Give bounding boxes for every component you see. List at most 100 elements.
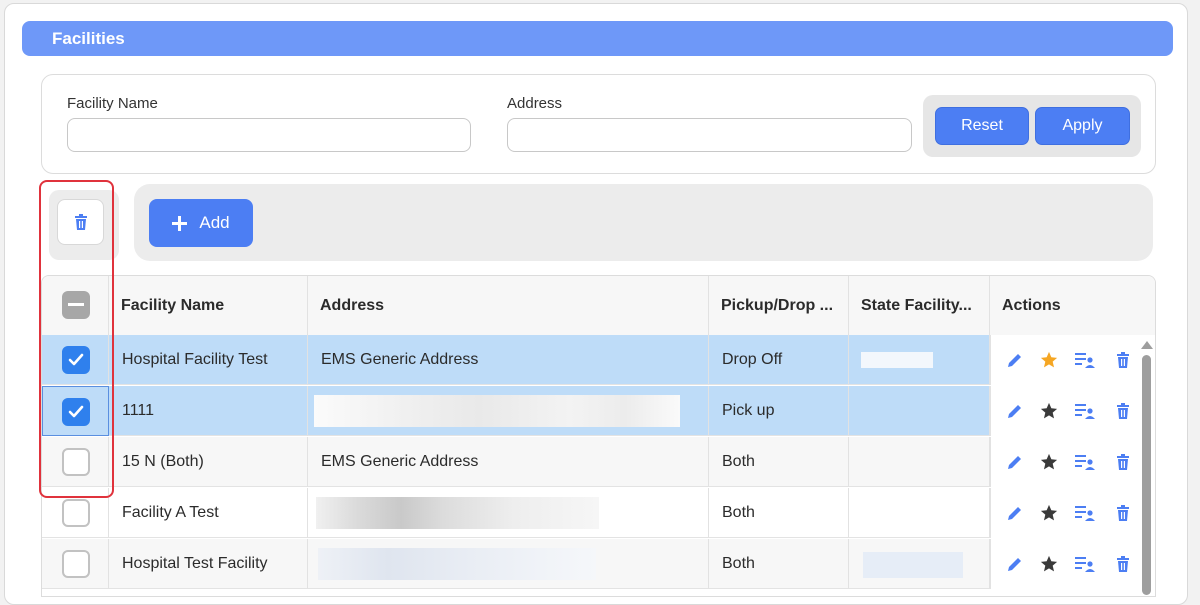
table-scrollbar[interactable]	[1138, 335, 1155, 596]
select-all-checkbox[interactable]	[62, 291, 90, 319]
pickup-cell: Both	[709, 488, 849, 538]
reset-button[interactable]: Reset	[935, 107, 1029, 145]
column-header-state-facility[interactable]: State Facility...	[849, 276, 990, 335]
row-actions	[990, 488, 1139, 538]
address-cell	[308, 386, 709, 436]
trash-icon	[1117, 454, 1129, 470]
user-list-icon	[1075, 455, 1095, 470]
delete-button[interactable]	[1113, 503, 1133, 523]
address-cell	[308, 488, 709, 538]
row-checkbox-cell	[42, 539, 109, 589]
favorite-button[interactable]	[1039, 350, 1059, 370]
row-actions	[990, 539, 1139, 589]
row-actions	[990, 386, 1139, 436]
favorite-button[interactable]	[1039, 554, 1059, 574]
row-checkbox[interactable]	[62, 448, 90, 476]
table-row[interactable]: Hospital Facility Test EMS Generic Addre…	[42, 335, 1139, 385]
edit-button[interactable]	[1005, 452, 1025, 472]
favorite-button[interactable]	[1039, 452, 1059, 472]
user-list-icon	[1075, 404, 1095, 419]
page-title: Facilities	[22, 21, 1173, 56]
trash-icon	[1117, 505, 1129, 521]
state-facility-cell	[849, 437, 990, 487]
user-list-icon	[1075, 557, 1095, 572]
row-checkbox-cell	[42, 386, 109, 436]
edit-button[interactable]	[1005, 350, 1025, 370]
redacted-value	[863, 552, 963, 578]
delete-button[interactable]	[1113, 350, 1133, 370]
table-row[interactable]: 1111 Pick up	[42, 386, 1139, 436]
address-cell: EMS Generic Address	[308, 437, 709, 487]
state-facility-cell	[849, 335, 990, 385]
table-toolbar: Add	[134, 184, 1153, 261]
facility-name-cell: 15 N (Both)	[109, 437, 308, 487]
favorite-button[interactable]	[1039, 401, 1059, 421]
redacted-address	[316, 497, 599, 529]
column-header-address[interactable]: Address	[308, 276, 709, 335]
row-checkbox-cell	[42, 437, 109, 487]
address-cell	[308, 539, 709, 589]
bulk-delete-area	[49, 190, 119, 260]
edit-button[interactable]	[1005, 503, 1025, 523]
trash-icon	[1117, 556, 1129, 572]
facilities-table: Facility Name Address Pickup/Drop ... St…	[41, 275, 1156, 597]
trash-icon	[1117, 403, 1129, 419]
column-header-actions: Actions	[1002, 297, 1061, 314]
state-facility-cell	[849, 539, 990, 589]
select-all-cell	[42, 276, 109, 335]
table-row[interactable]: Hospital Test Facility Both	[42, 539, 1139, 589]
row-checkbox-cell	[42, 335, 109, 385]
row-checkbox[interactable]	[62, 398, 90, 426]
trash-icon	[1117, 352, 1129, 368]
pickup-cell: Pick up	[709, 386, 849, 436]
column-header-pickup-drop[interactable]: Pickup/Drop ...	[709, 276, 849, 335]
assign-button[interactable]	[1075, 401, 1095, 421]
edit-button[interactable]	[1005, 401, 1025, 421]
address-label: Address	[507, 95, 563, 112]
facility-name-cell: Hospital Test Facility	[109, 539, 308, 589]
redacted-value	[861, 352, 933, 368]
column-header-facility-name[interactable]: Facility Name	[109, 276, 308, 335]
apply-button[interactable]: Apply	[1035, 107, 1130, 145]
assign-button[interactable]	[1075, 452, 1095, 472]
favorite-button[interactable]	[1039, 503, 1059, 523]
add-button-label: Add	[199, 213, 230, 232]
row-checkbox[interactable]	[62, 550, 90, 578]
scroll-up-arrow-icon	[1141, 341, 1153, 349]
table-row[interactable]: Facility A Test Both	[42, 488, 1139, 538]
filter-buttons: Reset Apply	[923, 95, 1141, 157]
star-icon	[1040, 453, 1058, 470]
facility-name-cell: Hospital Facility Test	[109, 335, 308, 385]
row-actions	[990, 437, 1139, 487]
delete-button[interactable]	[1113, 554, 1133, 574]
star-icon	[1040, 504, 1058, 521]
pencil-icon	[1008, 456, 1021, 469]
delete-button[interactable]	[1113, 401, 1133, 421]
assign-button[interactable]	[1075, 503, 1095, 523]
edit-button[interactable]	[1005, 554, 1025, 574]
state-facility-cell	[849, 386, 990, 436]
pickup-cell: Both	[709, 437, 849, 487]
table-row[interactable]: 15 N (Both) EMS Generic Address Both	[42, 437, 1139, 487]
pickup-cell: Drop Off	[709, 335, 849, 385]
pencil-icon	[1008, 354, 1021, 367]
row-checkbox-cell	[42, 488, 109, 538]
pickup-cell: Both	[709, 539, 849, 589]
redacted-address	[314, 395, 680, 427]
assign-button[interactable]	[1075, 554, 1095, 574]
assign-button[interactable]	[1075, 350, 1095, 370]
row-checkbox[interactable]	[62, 346, 90, 374]
checkmark-icon	[68, 405, 84, 418]
facility-name-cell: Facility A Test	[109, 488, 308, 538]
address-input[interactable]	[507, 118, 912, 152]
row-checkbox[interactable]	[62, 499, 90, 527]
facility-name-input[interactable]	[67, 118, 471, 152]
user-list-icon	[1075, 353, 1095, 368]
scrollbar-thumb[interactable]	[1142, 355, 1151, 595]
add-button[interactable]: Add	[149, 199, 253, 247]
plus-icon	[172, 215, 188, 231]
star-icon	[1040, 555, 1058, 572]
state-facility-cell	[849, 488, 990, 538]
delete-button[interactable]	[1113, 452, 1133, 472]
bulk-delete-button[interactable]	[57, 199, 104, 245]
